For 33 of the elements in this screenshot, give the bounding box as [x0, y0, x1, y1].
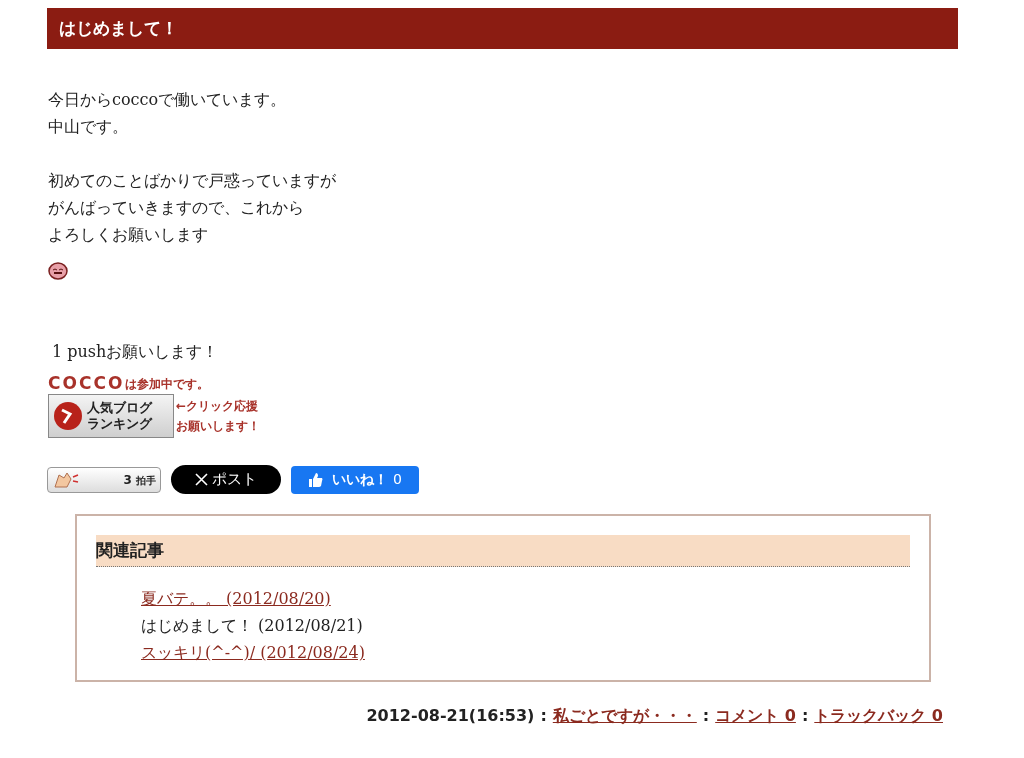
brand-text: COCCO	[48, 374, 125, 392]
body-text: よろしくお願いします	[48, 224, 208, 246]
category-link[interactable]: 私ごとですが・・・	[552, 704, 697, 728]
related-article-link[interactable]: 夏バテ。。 (2012/08/20)	[141, 585, 331, 612]
separator-text: :	[801, 705, 809, 727]
current-article-text: はじめまして！ (2012/08/21)	[141, 615, 363, 637]
related-article-link[interactable]: スッキリ(^-^)/ (2012/08/24)	[141, 639, 365, 666]
separator-text: :	[702, 705, 710, 727]
body-text: 今日からcoccoで働いています。	[48, 89, 287, 111]
thumbs-up-icon	[308, 471, 325, 488]
post-button[interactable]: ポスト	[171, 465, 281, 494]
click-note: お願いします！	[176, 418, 260, 435]
related-heading: 関連記事	[96, 538, 164, 562]
clapping-hands-icon	[52, 470, 80, 489]
separator-text: :	[540, 705, 547, 727]
post-title: はじめまして！	[59, 16, 178, 40]
ranking-logo-icon	[53, 401, 83, 431]
body-text: 中山です。	[48, 116, 128, 138]
body-text: がんばっていきますので、これから	[48, 197, 304, 219]
badge-text: 人気ブログ	[87, 400, 152, 416]
clap-button[interactable]: 3 拍手	[47, 466, 161, 493]
ranking-banner[interactable]: COCCO は参加中です。 人気ブログ ランキング ←クリック応援 お願いします！	[48, 374, 273, 438]
push-request-text: 1 pushお願いします！	[52, 342, 219, 361]
x-logo-icon	[195, 473, 208, 486]
click-note: ←クリック応援	[176, 398, 260, 415]
body-text: 初めてのことばかりで戸惑っていますが	[48, 170, 336, 192]
trackbacks-link[interactable]: トラックバック 0	[814, 704, 943, 728]
post-datetime: 2012-08-21(16:53)	[366, 705, 535, 727]
comments-link[interactable]: コメント 0	[715, 704, 796, 728]
joined-text: は参加中です。	[125, 377, 210, 392]
badge-text: ランキング	[87, 416, 152, 432]
smiley-icon	[48, 262, 68, 280]
like-button[interactable]: いいね！ 0	[291, 465, 419, 494]
